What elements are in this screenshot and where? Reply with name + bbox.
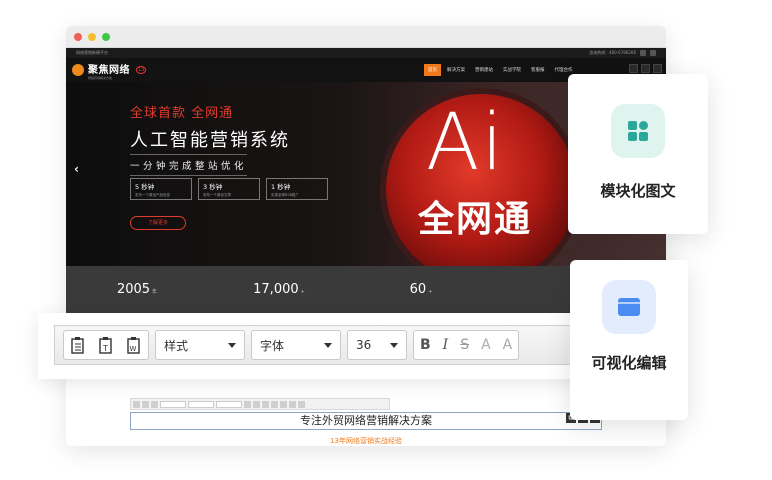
style-select[interactable]: 样式	[155, 330, 245, 360]
italic-icon[interactable]: I	[443, 337, 449, 353]
font-color-icon[interactable]: A	[481, 337, 491, 353]
site-logo[interactable]: 聚焦网络 网络营销解决方案 13	[72, 61, 147, 80]
hero-tag: 全球首款 全网通	[130, 106, 234, 121]
hero-title: 人工智能营销系统	[130, 130, 290, 151]
topbar-tools: 咨询热线：400-6786206	[589, 50, 656, 56]
font-select-label: 字体	[260, 338, 285, 353]
strikethrough-icon[interactable]: S	[460, 337, 469, 353]
feature-desc: 发布一个原创文章	[203, 193, 231, 197]
stat-item: 17,000 +	[208, 282, 350, 297]
stat-item: 60 +	[350, 282, 492, 297]
stat-unit: +	[428, 289, 433, 295]
settings-icon[interactable]	[641, 64, 650, 73]
topbar-phone: 咨询热线：400-6786206	[589, 50, 636, 55]
hero-subtitle: 一分钟完成整站优化	[130, 154, 248, 176]
bold-icon[interactable]: B	[420, 337, 431, 353]
hero-feature-box: 1 秒钟 实现全球B2B推广	[266, 178, 328, 200]
maximize-dot-icon[interactable]	[102, 32, 110, 41]
nav-edit-tools	[629, 64, 662, 73]
feature-title: 3 秒钟	[203, 183, 223, 191]
topbar-left-text: 网络营销新模平台	[76, 50, 108, 55]
editable-heading[interactable]: 专注外贸网络营销解决方案	[130, 412, 602, 430]
align-icon[interactable]	[298, 400, 305, 408]
svg-text:T: T	[102, 344, 108, 353]
edit-icon[interactable]	[650, 50, 656, 56]
paste-word-icon[interactable]	[151, 400, 158, 408]
mini-size-select[interactable]	[216, 400, 242, 408]
feature-title: 1 秒钟	[271, 183, 291, 191]
hero-feature-box: 5 秒钟 发布一个原创产品信息	[130, 178, 192, 200]
hero-ai-cn: 全网通	[418, 199, 533, 240]
stat-value: 2005	[116, 282, 151, 297]
format-group: B I S A A	[413, 330, 520, 360]
size-select-label: 36	[356, 338, 372, 352]
folder-icon	[602, 280, 656, 334]
stat-unit: 年	[152, 289, 158, 295]
logo-name: 聚焦网络	[88, 64, 130, 76]
highlight-icon[interactable]: A	[503, 337, 513, 353]
mini-editor-toolbar	[130, 398, 390, 410]
feature-desc: 发布一个原创产品信息	[135, 193, 170, 197]
learn-more-button[interactable]: 了解更多	[130, 216, 186, 230]
feature-desc: 实现全球B2B推广	[271, 193, 300, 197]
stat-unit: +	[300, 289, 305, 295]
visual-edit-card-label: 可视化编辑	[591, 354, 667, 372]
menu-item-site-building[interactable]: 营销建站	[471, 64, 497, 76]
paste-group: T W	[63, 330, 149, 360]
hero-feature-box: 3 秒钟 发布一个原创文章	[198, 178, 260, 200]
editor-toolbar-panel: T W 样式 字体 36 B I S A A	[38, 313, 638, 379]
paste-icon[interactable]	[68, 334, 88, 356]
site-topbar: 网络营销新模平台 咨询热线：400-6786206	[66, 48, 666, 58]
minimize-dot-icon[interactable]	[88, 32, 96, 41]
chevron-down-icon	[390, 342, 398, 348]
hero-feature-boxes: 5 秒钟 发布一个原创产品信息 3 秒钟 发布一个原创文章 1 秒钟 实现全球B…	[130, 178, 328, 200]
hero-ai-text: Ai	[426, 98, 506, 188]
strikethrough-icon[interactable]	[262, 400, 269, 408]
chevron-down-icon	[324, 342, 332, 348]
site-menu: 首页 解决方案 营销建站 实战学院 客服报 代理合作	[424, 64, 577, 76]
logo-mark-icon	[72, 64, 84, 76]
logo-badge-icon: 13	[136, 66, 147, 74]
close-icon[interactable]	[653, 64, 662, 73]
stat-value: 60	[409, 282, 427, 297]
chevron-left-icon[interactable]: ‹	[74, 162, 79, 176]
feature-title: 5 秒钟	[135, 183, 155, 191]
browser-titlebar	[66, 26, 666, 48]
move-icon[interactable]	[629, 64, 638, 73]
size-select[interactable]: 36	[347, 330, 407, 360]
menu-item-service[interactable]: 客服报	[527, 64, 549, 76]
font-color-icon[interactable]	[271, 400, 278, 408]
stat-value: 17,000	[253, 282, 299, 297]
menu-item-academy[interactable]: 实战学院	[499, 64, 525, 76]
editor-toolbar: T W 样式 字体 36 B I S A A	[54, 325, 638, 365]
paste-word-icon[interactable]: W	[124, 334, 144, 356]
grid-icon	[611, 104, 665, 158]
mini-font-select[interactable]	[188, 400, 214, 408]
svg-text:W: W	[130, 345, 137, 353]
link-icon[interactable]	[280, 400, 287, 408]
paste-text-icon[interactable]: T	[96, 334, 116, 356]
menu-item-solutions[interactable]: 解决方案	[443, 64, 469, 76]
close-dot-icon[interactable]	[74, 32, 82, 41]
menu-item-home[interactable]: 首页	[424, 64, 441, 76]
visual-edit-card[interactable]: 可视化编辑	[570, 260, 688, 420]
italic-icon[interactable]	[253, 400, 260, 408]
paste-icon[interactable]	[133, 400, 140, 408]
stat-item: 2005 年	[66, 282, 208, 297]
bold-icon[interactable]	[244, 400, 251, 408]
logo-text-group: 聚焦网络 网络营销解决方案	[88, 61, 130, 80]
close-icon[interactable]	[640, 50, 646, 56]
mini-style-select[interactable]	[160, 400, 186, 408]
logo-sub: 网络营销解决方案	[88, 75, 113, 80]
chevron-down-icon	[228, 342, 236, 348]
paste-text-icon[interactable]	[142, 400, 149, 408]
style-select-label: 样式	[164, 338, 189, 353]
stage: 网络营销新模平台 咨询热线：400-6786206 聚焦网络 网络营销解决方案 …	[0, 0, 772, 480]
subheading: 13年网络营销实战经验	[330, 437, 402, 445]
image-icon[interactable]	[289, 400, 296, 408]
font-select[interactable]: 字体	[251, 330, 341, 360]
module-card-label: 模块化图文	[600, 182, 676, 200]
module-card[interactable]: 模块化图文	[568, 74, 708, 234]
